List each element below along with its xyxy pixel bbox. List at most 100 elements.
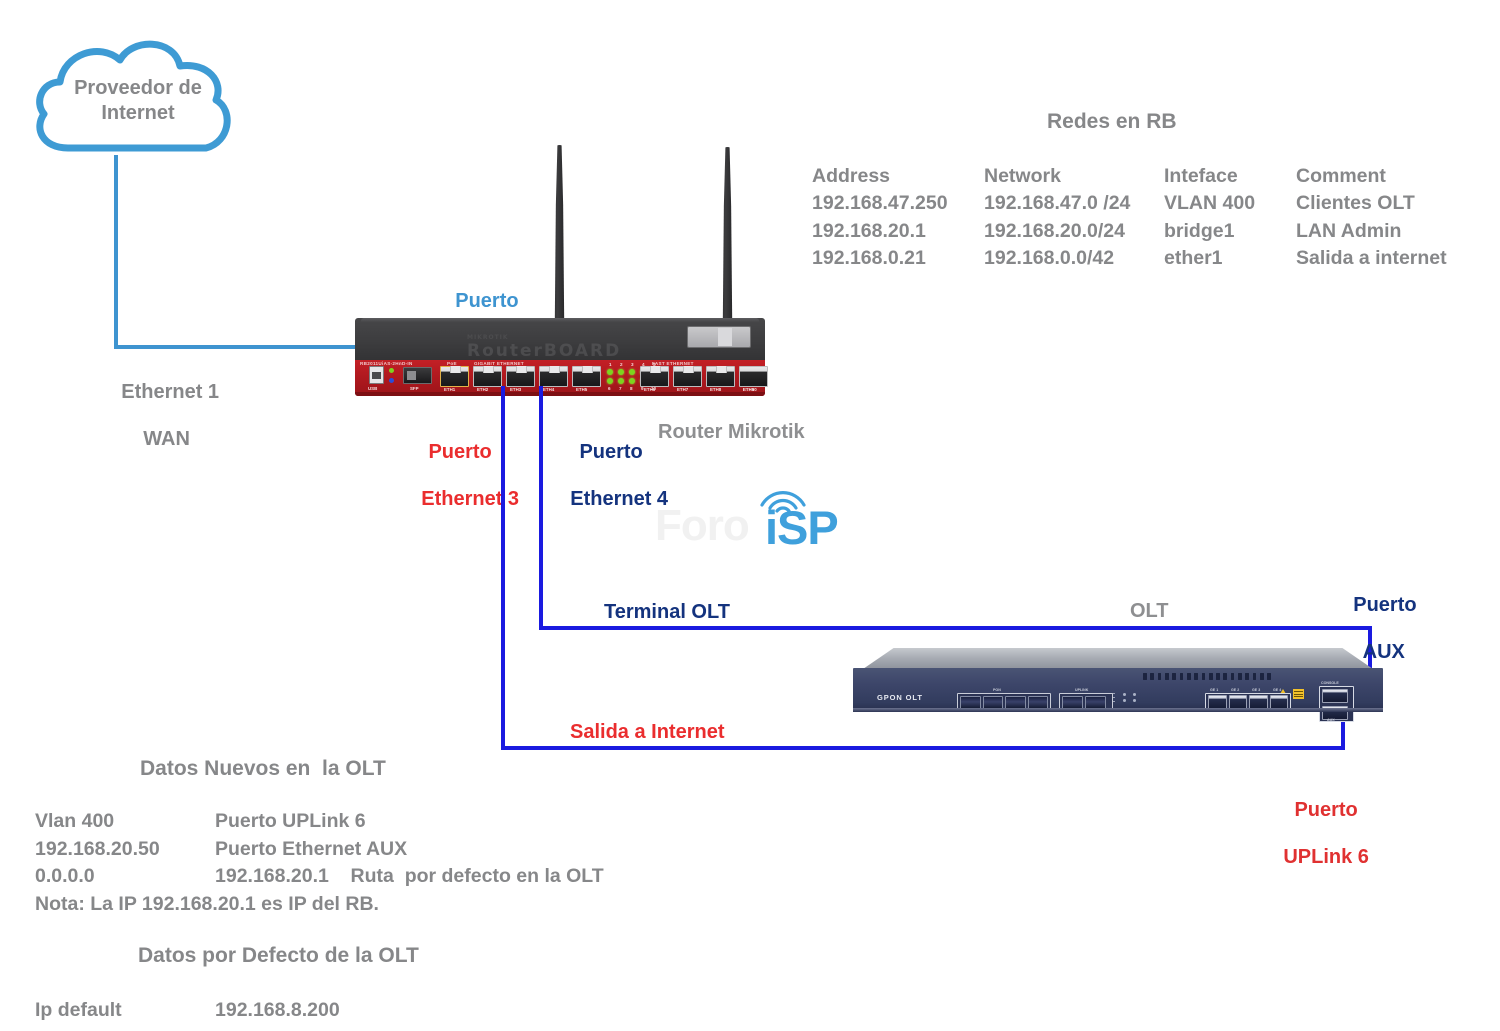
router-device-label: Router Mikrotik — [658, 421, 805, 443]
router-port-eth3[interactable] — [506, 366, 535, 387]
router-model-silkscreen: RB2011UiAS-2HnD-IN — [360, 361, 413, 366]
olt-aux-port-group[interactable] — [1319, 686, 1354, 722]
list-item: 192.168.20.50 Puerto Ethernet AUX — [35, 836, 604, 864]
router-usb-silkscreen: USB — [368, 386, 378, 391]
cell-inteface: bridge1 — [1164, 219, 1235, 242]
olt-new-key: 192.168.20.50 — [35, 837, 160, 860]
cell-inteface: VLAN 400 — [1164, 192, 1256, 215]
olt-default-value: 192.168.8.200 — [215, 999, 340, 1021]
olt-uplink-sfp-group[interactable] — [1059, 693, 1113, 712]
list-item: Ip default 192.168.8.200 — [35, 997, 340, 1025]
router-front-panel: RB2011UiAS-2HnD-IN PoE GIGABIT ETHERNET … — [355, 360, 765, 396]
eth3-uplink-link-horizontal — [501, 746, 1345, 750]
router-port-eth6[interactable] — [640, 366, 669, 387]
gpon-olt-device: GPON OLT PON UPLINK GE 1 GE 2 GE 3 GE 4 … — [853, 648, 1383, 722]
cell-network: 192.168.0.0/42 — [984, 247, 1115, 270]
olt-new-value: 192.168.20.1 Ruta por defecto en la OLT — [215, 865, 604, 888]
router-port-eth8b[interactable] — [706, 366, 735, 387]
watermark-foro-text: Foro — [655, 501, 750, 550]
router-usb-port — [369, 366, 384, 384]
router-sfp-silkscreen: SFP — [410, 386, 419, 391]
olt-new-key: 0.0.0.0 — [35, 865, 95, 888]
olt-vent-grille — [1143, 673, 1272, 680]
eth4-aux-link-vertical — [539, 386, 543, 630]
cloud-label: Proveedor de Internet — [74, 77, 202, 124]
router-port-eth5[interactable] — [572, 366, 601, 387]
terminal-olt-label: Terminal OLT — [604, 601, 730, 623]
olt-console-silkscreen: CONSOLE — [1321, 681, 1339, 685]
olt-ge1-silkscreen: GE 1 — [1210, 688, 1219, 692]
table-header-row: Address Network Inteface Comment — [812, 163, 1500, 190]
table-row: 192.168.0.21 192.168.0.0/42 ether1 Salid… — [812, 245, 1500, 272]
router-port-label-eth8: ETH8 — [710, 387, 722, 392]
olt-brand-silkscreen: GPON OLT — [877, 693, 923, 702]
mikrotik-router-device: MIKROTIK RouterBOARD RB2011UiAS-2HnD-IN … — [355, 318, 765, 398]
olt-new-data-title: Datos Nuevos en la OLT — [140, 757, 386, 780]
olt-pon-sfp-group[interactable] — [957, 693, 1051, 712]
table-header-inteface: Inteface — [1164, 165, 1238, 187]
table-header-address: Address — [812, 165, 891, 187]
router-status-led-blue — [389, 378, 394, 383]
callout-puerto-ethernet-3: Puerto Ethernet 3 — [421, 440, 520, 510]
router-port-eth2[interactable] — [473, 366, 502, 387]
router-top-shell: MIKROTIK RouterBOARD — [355, 318, 765, 362]
table-header-comment: Comment — [1296, 165, 1386, 187]
olt-port-ge3[interactable] — [1249, 695, 1268, 710]
wan-link-vertical — [114, 155, 118, 349]
olt-new-data-block: Vlan 400 Puerto UPLink 6 192.168.20.50 P… — [35, 808, 604, 919]
olt-new-value: Puerto Ethernet AUX — [215, 837, 408, 860]
table-row: 192.168.20.1 192.168.20.0/24 bridge1 LAN… — [812, 218, 1500, 245]
olt-device-label: OLT — [1130, 600, 1169, 622]
router-port-eth1[interactable] — [440, 366, 469, 387]
cell-address: 192.168.20.1 — [812, 219, 926, 242]
networks-table: Address Network Inteface Comment 192.168… — [812, 163, 1500, 273]
router-status-led-green — [389, 368, 394, 373]
router-port-label-eth5: ETH5 — [576, 387, 588, 392]
list-item: Vlan 400 Puerto UPLink 6 — [35, 808, 604, 836]
olt-new-key: Vlan 400 — [35, 810, 115, 832]
router-port-label-eth3: ETH3 — [510, 387, 522, 392]
olt-default-data-title: Datos por Defecto de la OLT — [138, 944, 419, 967]
olt-port-console[interactable] — [1321, 688, 1348, 703]
table-header-network: Network — [984, 165, 1061, 187]
eth4-aux-link-horizontal — [539, 626, 1372, 630]
router-antenna-right — [722, 147, 733, 320]
router-antenna-left — [554, 145, 565, 320]
callout-puerto-uplink6: Puerto UPLink 6 — [1283, 798, 1369, 868]
cell-comment: Salida a internet — [1296, 247, 1447, 270]
eth3-uplink-link-vertical — [501, 386, 505, 750]
networks-table-title: Redes en RB — [1047, 110, 1177, 133]
router-port-label-eth7: ETH7 — [677, 387, 689, 392]
table-row: 192.168.47.250 192.168.47.0 /24 VLAN 400… — [812, 190, 1500, 217]
router-port-eth9-visual[interactable] — [739, 366, 768, 387]
olt-port-ge4-uplink6[interactable] — [1269, 695, 1288, 710]
salida-internet-label: Salida a Internet — [570, 721, 725, 743]
olt-ge3-silkscreen: GE 3 — [1252, 688, 1261, 692]
cell-network: 192.168.20.0/24 — [984, 219, 1125, 242]
wan-label: Ethernet 1 WAN — [121, 380, 220, 450]
foroisp-watermark: Foro iSP — [655, 483, 855, 554]
label-lines-icon — [1293, 689, 1304, 699]
cell-address: 192.168.47.250 — [812, 192, 948, 215]
olt-default-data-block: Ip default 192.168.8.200 — [35, 997, 340, 1025]
router-port-eth7[interactable] — [673, 366, 702, 387]
olt-front-panel: GPON OLT PON UPLINK GE 1 GE 2 GE 3 GE 4 … — [853, 668, 1383, 722]
internet-provider-cloud: Proveedor de Internet — [28, 30, 248, 170]
olt-pon-silkscreen: PON — [993, 688, 1001, 692]
olt-ge-port-group[interactable] — [1205, 693, 1291, 712]
router-port-label-eth1: ETH1 — [444, 387, 456, 392]
cell-comment: LAN Admin — [1296, 219, 1402, 242]
olt-port-ge2[interactable] — [1228, 695, 1247, 710]
watermark-isp-text: iSP — [765, 501, 839, 554]
router-port-label-eth6: ETH6 — [644, 387, 656, 392]
cell-address: 192.168.0.21 — [812, 247, 926, 270]
olt-new-data-note: Nota: La IP 192.168.20.1 es IP del RB. — [35, 893, 379, 916]
olt-port-ge1[interactable] — [1208, 695, 1227, 710]
olt-ge4-silkscreen: GE 4 — [1273, 688, 1282, 692]
router-port-eth4[interactable] — [539, 366, 568, 387]
router-brand-logo: MIKROTIK RouterBOARD — [467, 334, 622, 362]
olt-ge2-silkscreen: GE 2 — [1231, 688, 1240, 692]
cell-network: 192.168.47.0 /24 — [984, 192, 1131, 215]
router-sfp-cage — [403, 367, 432, 384]
router-port-label-eth10: ETH10 — [743, 387, 757, 392]
